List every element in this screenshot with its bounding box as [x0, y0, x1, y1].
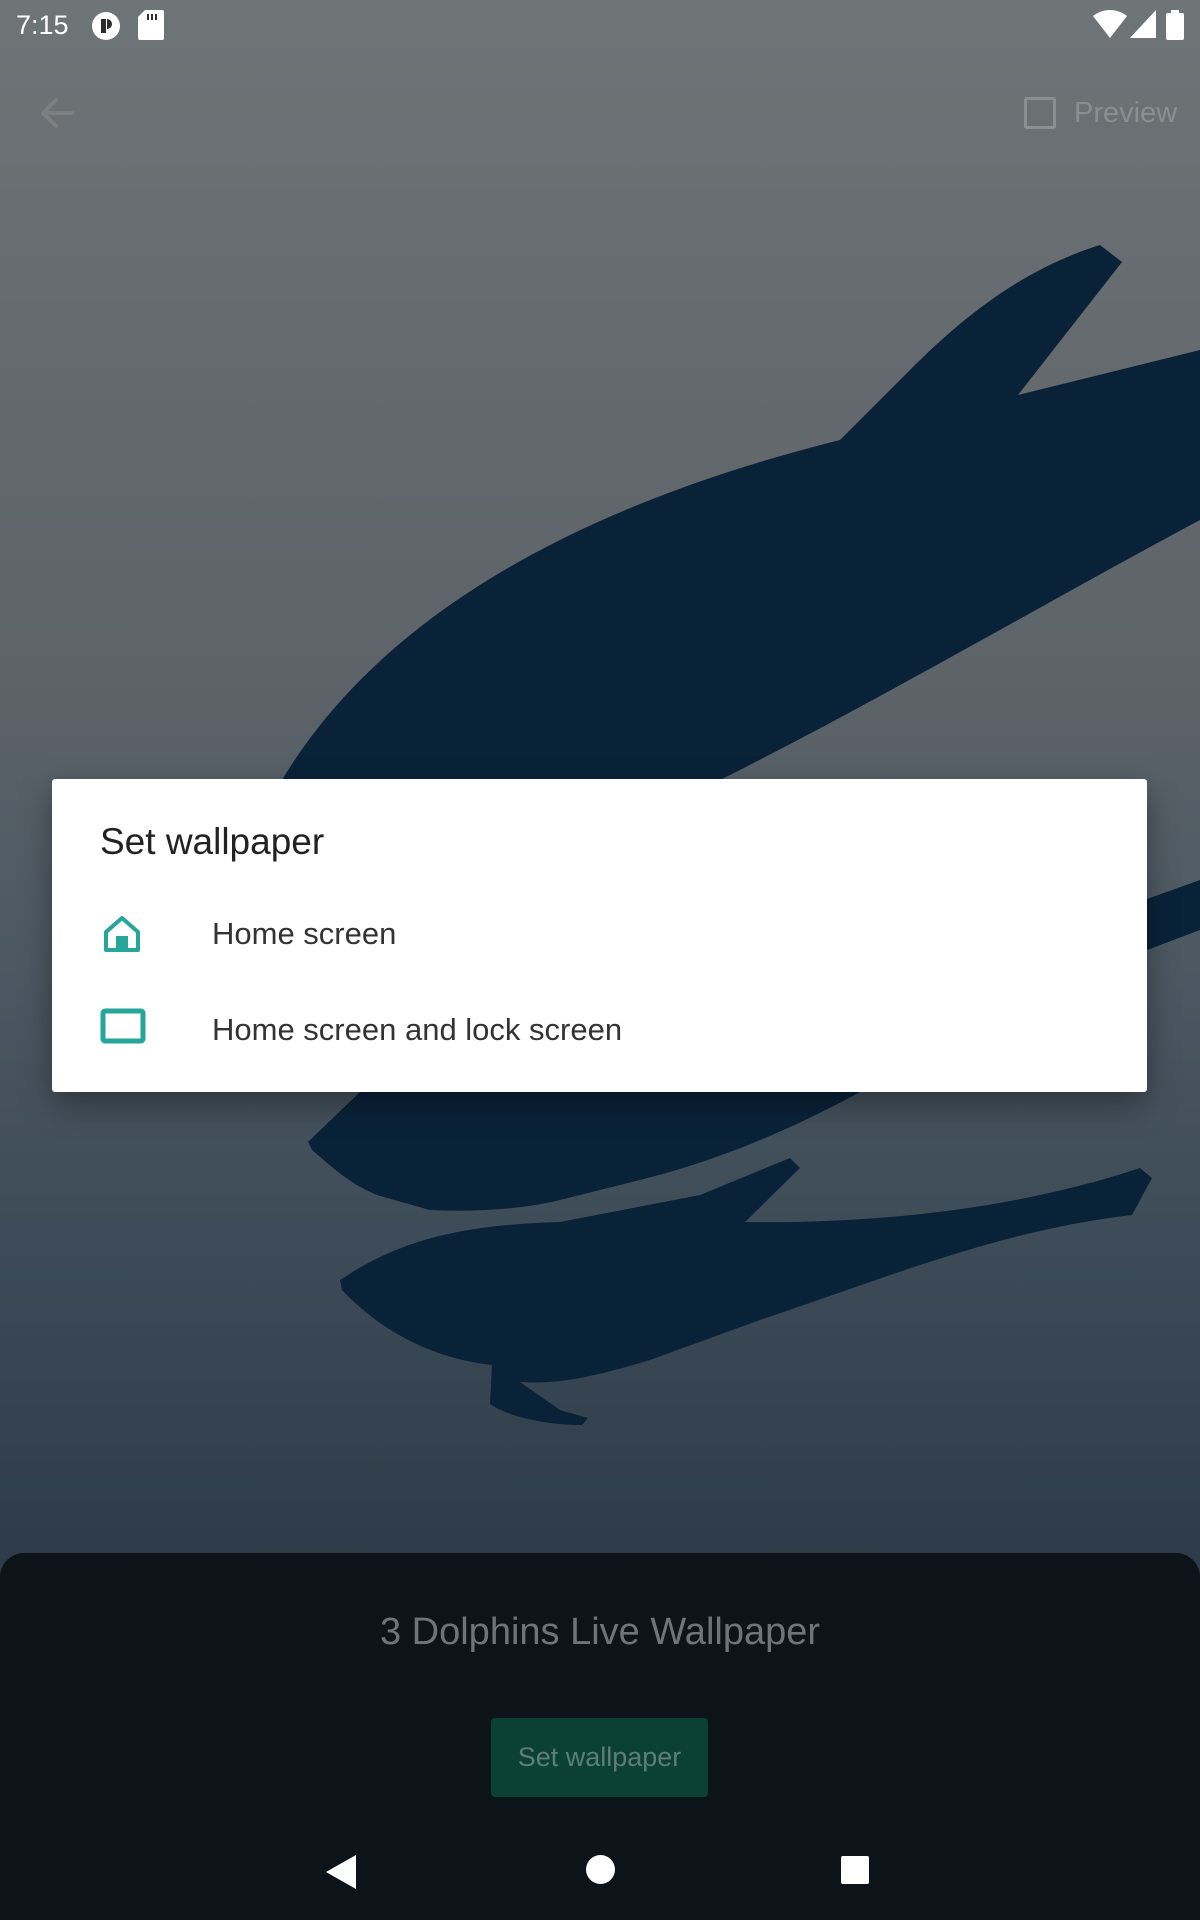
- option-label: Home screen: [212, 916, 397, 951]
- option-label: Home screen and lock screen: [212, 1012, 623, 1047]
- dialog-title: Set wallpaper: [100, 821, 325, 862]
- option-home-and-lock-screen[interactable]: Home screen and lock screen: [52, 984, 1147, 1076]
- home-icon: [100, 912, 144, 956]
- option-home-screen[interactable]: Home screen: [52, 888, 1147, 980]
- screen-icon: [100, 1008, 146, 1052]
